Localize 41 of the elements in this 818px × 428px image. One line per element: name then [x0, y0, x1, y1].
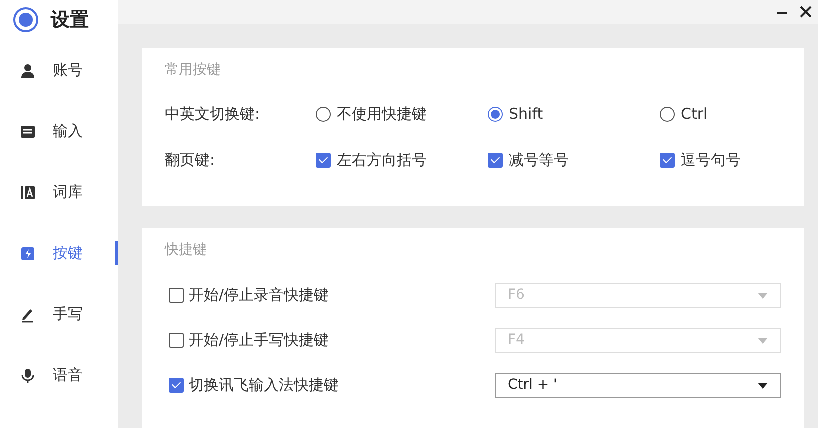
- checkbox[interactable]: [316, 152, 331, 168]
- sidebar-item[interactable]: 词库: [0, 162, 118, 223]
- microphone-icon: [20, 368, 36, 384]
- option-label: 减号等号: [509, 150, 569, 171]
- field-label: 翻页键:: [165, 150, 216, 171]
- option-label: 逗号句号: [681, 150, 741, 171]
- option-label: 开始/停止手写快捷键: [189, 330, 330, 352]
- checkbox[interactable]: [660, 152, 675, 168]
- sidebar-item[interactable]: 按键: [0, 223, 118, 284]
- sidebar-item[interactable]: 语音: [0, 345, 118, 406]
- window-title: 设置: [51, 8, 89, 33]
- bolt-icon: [20, 246, 36, 262]
- checkbox[interactable]: [488, 152, 503, 168]
- checkbox[interactable]: [169, 288, 184, 303]
- close-icon[interactable]: [798, 4, 814, 20]
- section-title: 快捷键: [165, 241, 208, 260]
- logo-icon: [13, 7, 39, 33]
- book-icon: [20, 184, 36, 200]
- option-label: 开始/停止录音快捷键: [189, 285, 330, 306]
- keyboard-icon: [20, 124, 36, 140]
- option-label: 切换讯飞输入法快捷键: [189, 375, 339, 396]
- option-label: 不使用快捷键: [337, 104, 427, 125]
- section-title: 常用按键: [165, 61, 222, 80]
- sidebar-item[interactable]: 账号: [0, 40, 118, 101]
- checkbox[interactable]: [169, 333, 184, 348]
- option-label: Ctrl: [681, 104, 708, 125]
- pen-icon: [20, 306, 36, 322]
- radio-button[interactable]: [316, 106, 331, 122]
- field-label: 中英文切换键:: [165, 104, 262, 125]
- sidebar-item[interactable]: 手写: [0, 284, 118, 345]
- caret-icon: [758, 338, 768, 344]
- option-label: Shift: [509, 104, 544, 125]
- caret-icon: [758, 292, 768, 298]
- person-icon: [20, 62, 36, 78]
- option-label: 左右方向括号: [337, 150, 427, 171]
- shortcut-dropdown[interactable]: Ctrl + ': [495, 373, 781, 398]
- sidebar-item[interactable]: 输入: [0, 101, 118, 162]
- checkbox[interactable]: [169, 378, 184, 393]
- radio-button[interactable]: [488, 106, 503, 122]
- radio-button[interactable]: [660, 106, 675, 122]
- caret-icon: [758, 382, 768, 388]
